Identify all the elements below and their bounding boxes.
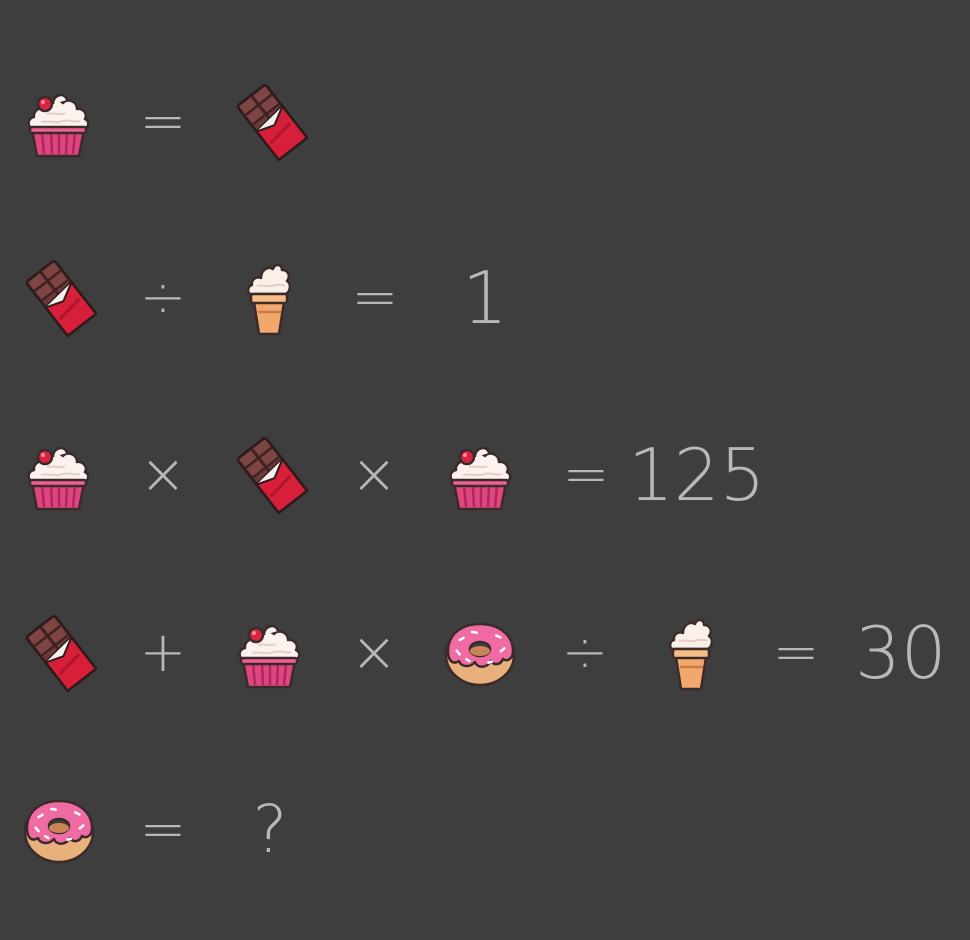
equation-row-1: = — [0, 62, 970, 182]
multiply-sign: × — [350, 442, 398, 507]
donut-icon — [4, 770, 114, 890]
result-value: 125 — [628, 433, 766, 517]
chocolate-bar-icon — [6, 238, 116, 358]
divide-sign: ÷ — [139, 265, 187, 330]
multiply-sign: × — [139, 442, 187, 507]
emoji-math-puzzle: = ÷ = 1 × × = 125 + × ÷ = 30 = ? — [0, 0, 970, 940]
equation-row-3: × × = 125 — [0, 415, 970, 535]
equals-sign: = — [772, 620, 820, 685]
cupcake-icon — [214, 593, 324, 713]
donut-icon — [425, 593, 535, 713]
result-value: 30 — [855, 611, 947, 695]
equals-sign: = — [139, 89, 187, 154]
ice-cream-cone-icon — [636, 593, 746, 713]
chocolate-bar-icon — [217, 415, 327, 535]
chocolate-bar-icon — [217, 62, 327, 182]
equals-sign: = — [351, 265, 399, 330]
equals-sign: = — [139, 797, 187, 862]
equation-row-5: = ? — [0, 770, 970, 890]
cupcake-icon — [3, 415, 113, 535]
cupcake-icon — [3, 62, 113, 182]
divide-sign: ÷ — [561, 620, 609, 685]
ice-cream-cone-icon — [214, 238, 324, 358]
result-value: 1 — [462, 256, 508, 340]
unknown-answer: ? — [252, 791, 288, 868]
multiply-sign: × — [350, 620, 398, 685]
equation-row-4: + × ÷ = 30 — [0, 593, 970, 713]
chocolate-bar-icon — [6, 593, 116, 713]
cupcake-icon — [425, 415, 535, 535]
equals-sign: = — [562, 442, 610, 507]
plus-sign: + — [139, 620, 187, 685]
equation-row-2: ÷ = 1 — [0, 238, 970, 358]
